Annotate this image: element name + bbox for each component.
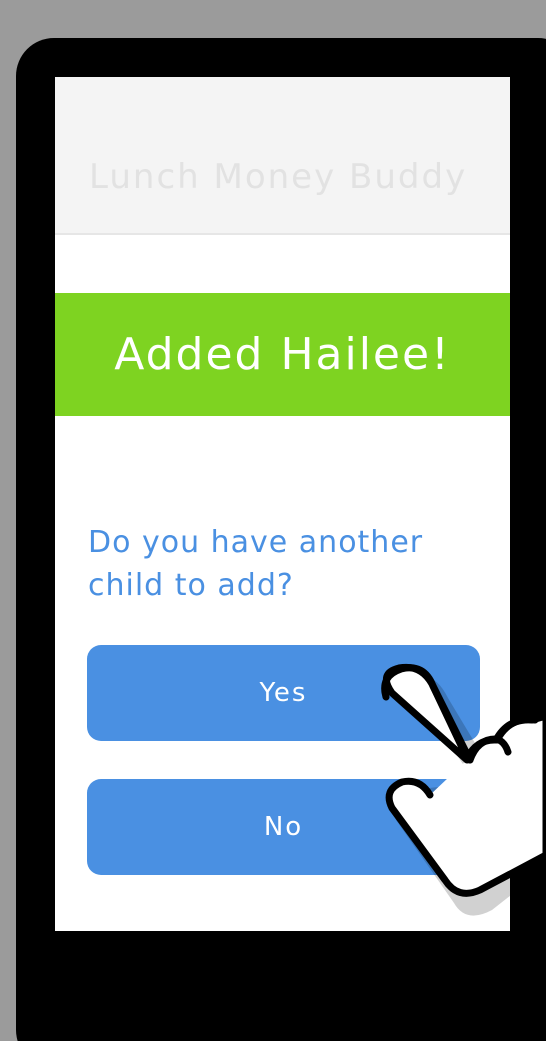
no-button-label: No <box>263 812 304 842</box>
add-child-question: Do you have another child to add? <box>88 525 424 603</box>
yes-button-label: Yes <box>259 678 308 708</box>
success-banner: Added Hailee! <box>55 293 510 416</box>
phone-screen: Lunch Money Buddy Added Hailee! Do you h… <box>55 77 510 931</box>
yes-button[interactable]: Yes <box>87 645 480 741</box>
app-title: Lunch Money Buddy <box>89 157 468 197</box>
app-header: Lunch Money Buddy <box>55 77 510 235</box>
mockup-canvas: Lunch Money Buddy Added Hailee! Do you h… <box>0 0 546 1041</box>
success-message: Added Hailee! <box>114 329 451 380</box>
no-button[interactable]: No <box>87 779 480 875</box>
